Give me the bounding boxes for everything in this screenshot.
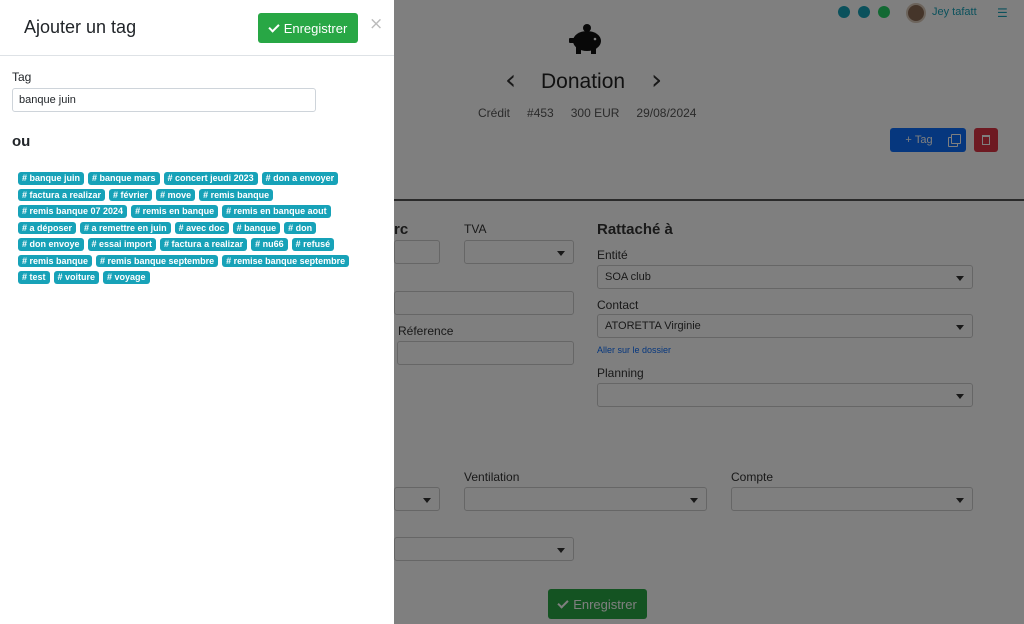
tag-badge[interactable]: # avec doc	[174, 221, 229, 234]
panel-title: Ajouter un tag	[24, 17, 137, 37]
tag-badge[interactable]: # test	[18, 271, 50, 284]
tag-badge[interactable]: # banque	[232, 221, 281, 234]
tag-badge[interactable]: # voiture	[53, 271, 100, 284]
tag-badge[interactable]: # nu66	[251, 238, 288, 251]
close-icon[interactable]: ×	[369, 14, 383, 34]
tag-badge[interactable]: # refusé	[291, 238, 335, 251]
tag-badge[interactable]: # remis banque	[199, 188, 274, 201]
tag-list: # banque juin # banque mars # concert jeud…	[18, 172, 368, 284]
tag-badge[interactable]: # voyage	[103, 271, 150, 284]
add-tag-panel: Ajouter un tag Enregistrer × Tag ou # ba…	[0, 0, 394, 624]
tag-badge[interactable]: # factura a realizar	[160, 238, 248, 251]
tag-badge[interactable]: # a remettre en juin	[80, 221, 171, 234]
tag-badge[interactable]: # banque juin	[18, 172, 85, 185]
tag-badge[interactable]: # concert jeudi 2023	[163, 172, 258, 185]
tag-badge[interactable]: # don a envoyer	[261, 172, 339, 185]
tag-badge[interactable]: # remis banque	[18, 254, 93, 267]
tag-badge[interactable]: # remise banque septembre	[222, 254, 350, 267]
tag-badge[interactable]: # remis en banque	[131, 205, 219, 218]
tag-badge[interactable]: # banque mars	[88, 172, 160, 185]
check-icon	[268, 20, 280, 33]
tag-badge[interactable]: # factura a realizar	[18, 188, 106, 201]
tag-badge[interactable]: # remis en banque aout	[222, 205, 331, 218]
tag-badge[interactable]: # move	[156, 188, 196, 201]
tag-badge[interactable]: # a déposer	[18, 221, 77, 234]
tag-badge[interactable]: # don envoye	[18, 238, 84, 251]
tag-label: Tag	[12, 70, 32, 84]
tag-badge[interactable]: # don	[284, 221, 317, 234]
tag-badge[interactable]: # février	[109, 188, 153, 201]
tag-badge[interactable]: # remis banque 07 2024	[18, 205, 128, 218]
tag-badge[interactable]: # remis banque septembre	[96, 254, 219, 267]
tag-badge[interactable]: # essai import	[87, 238, 157, 251]
panel-header: Ajouter un tag Enregistrer ×	[0, 0, 394, 56]
tag-input[interactable]	[12, 88, 316, 112]
panel-save-button[interactable]: Enregistrer	[258, 13, 358, 43]
or-label: ou	[12, 133, 31, 150]
